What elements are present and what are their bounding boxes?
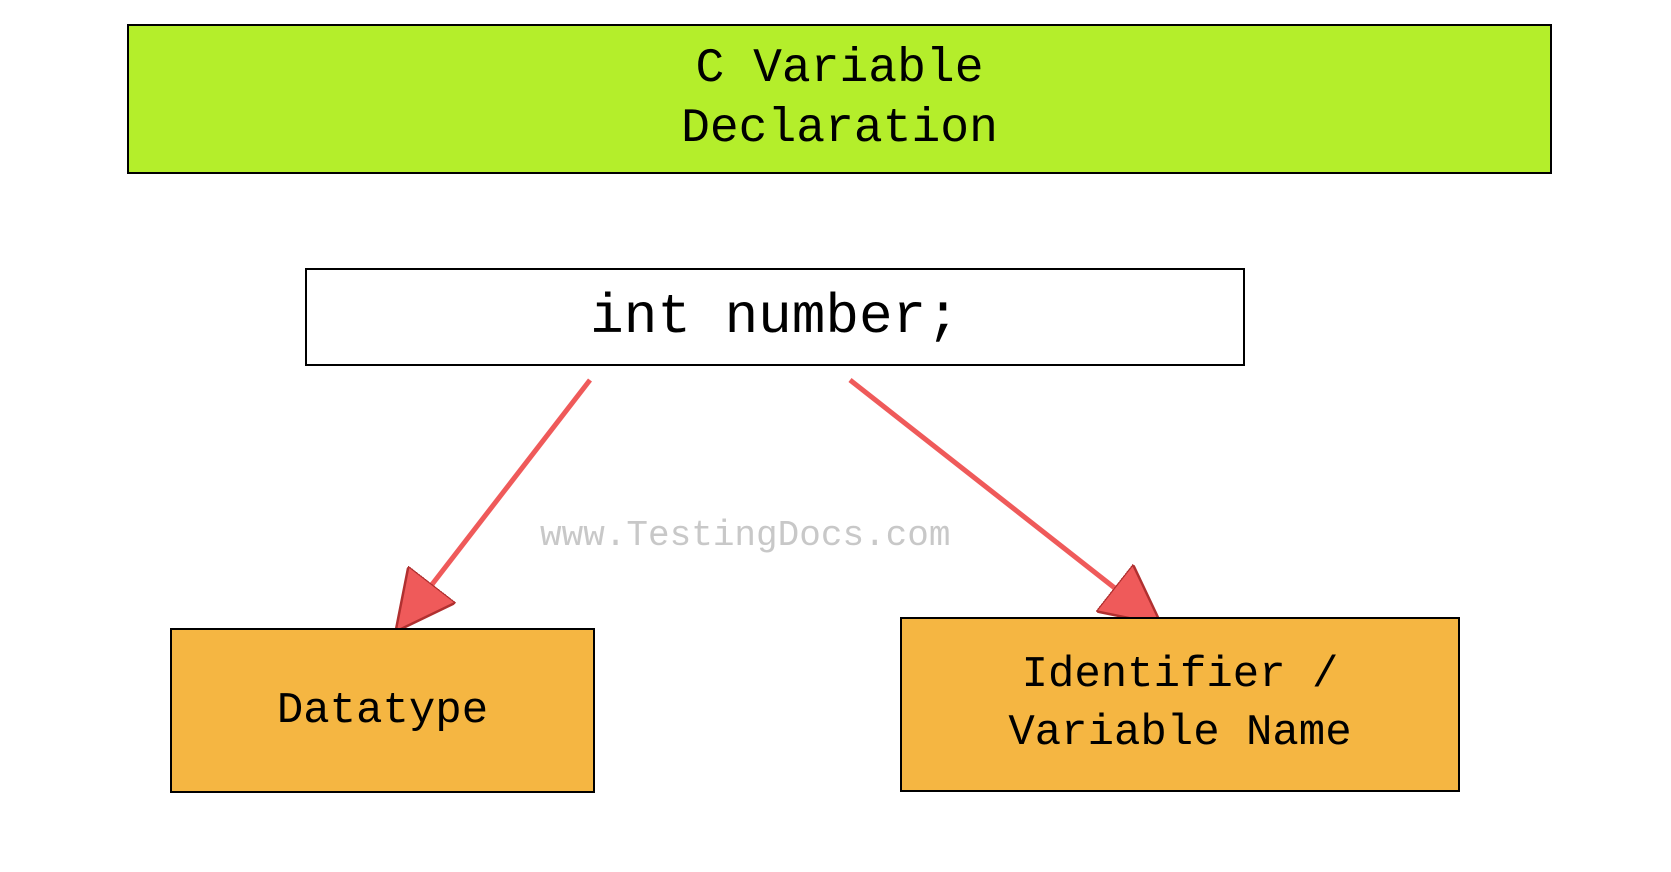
identifier-box: Identifier /Variable Name bbox=[900, 617, 1460, 792]
code-box: int number; bbox=[305, 268, 1245, 366]
identifier-label: Identifier /Variable Name bbox=[1008, 647, 1351, 761]
datatype-label: Datatype bbox=[277, 686, 488, 736]
code-text: int number; bbox=[590, 285, 960, 349]
title-box: C VariableDeclaration bbox=[127, 24, 1552, 174]
arrow-right bbox=[830, 370, 1180, 630]
title-text: C VariableDeclaration bbox=[681, 39, 998, 159]
arrow-left bbox=[380, 370, 640, 630]
datatype-box: Datatype bbox=[170, 628, 595, 793]
